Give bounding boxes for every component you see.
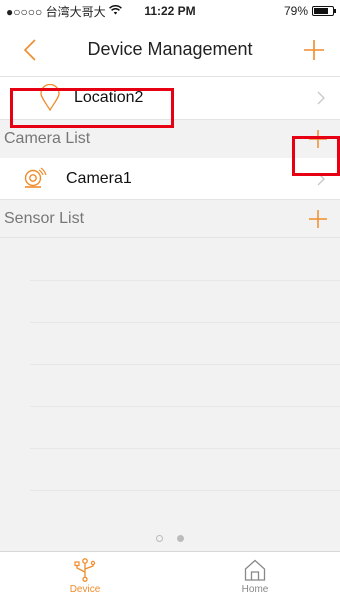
add-camera-button[interactable]	[300, 121, 336, 157]
sensor-list-header: Sensor List	[0, 200, 340, 238]
plus-icon	[309, 209, 327, 228]
page-dot-active[interactable]	[177, 535, 184, 542]
tab-home[interactable]: Home	[170, 552, 340, 603]
chevron-right-icon	[317, 172, 325, 185]
camera-icon	[20, 165, 48, 193]
back-button[interactable]	[10, 30, 50, 70]
plus-icon	[304, 40, 324, 60]
add-sensor-button[interactable]	[300, 201, 336, 237]
map-pin-icon	[36, 84, 64, 112]
camera-list-label: Camera List	[4, 130, 91, 147]
page-dot[interactable]	[156, 535, 163, 542]
divider	[30, 322, 340, 323]
usb-device-icon	[74, 558, 96, 582]
carrier-label: ●○○○○ 台湾大哥大	[6, 4, 106, 19]
sensor-list-empty-area	[30, 280, 340, 532]
location-label: Location2	[74, 89, 144, 106]
chevron-left-icon	[23, 39, 36, 61]
add-location-button[interactable]	[294, 30, 334, 70]
page-title: Device Management	[87, 38, 253, 59]
battery-fill	[314, 8, 329, 14]
camera-label: Camera1	[66, 169, 132, 187]
divider	[30, 280, 340, 281]
battery-percent: 79%	[283, 4, 308, 18]
wifi-icon	[108, 4, 122, 18]
chevron-right-icon	[317, 91, 325, 105]
location-row[interactable]: Location2	[0, 77, 340, 120]
divider	[30, 406, 340, 407]
tab-device[interactable]: Device	[0, 552, 170, 603]
plus-icon	[309, 130, 327, 148]
tab-device-label: Device	[69, 584, 101, 595]
tab-home-label: Home	[241, 584, 269, 595]
home-icon	[244, 559, 266, 581]
divider	[30, 448, 340, 449]
page-indicator	[0, 535, 340, 542]
sensor-list-label: Sensor List	[4, 209, 85, 227]
tab-bar: Device Home	[0, 551, 340, 603]
status-carrier-group: ●○○○○ 台湾大哥大	[6, 3, 122, 20]
divider	[30, 364, 340, 365]
battery-icon	[312, 6, 336, 16]
camera-list-header: Camera List	[0, 120, 340, 158]
status-bar: ●○○○○ 台湾大哥大 11:22 PM 79%	[0, 0, 340, 22]
nav-bar: Device Management	[0, 22, 340, 77]
status-battery-group: 79%	[283, 4, 336, 18]
camera-row[interactable]: Camera1	[0, 158, 340, 200]
divider	[30, 490, 340, 491]
